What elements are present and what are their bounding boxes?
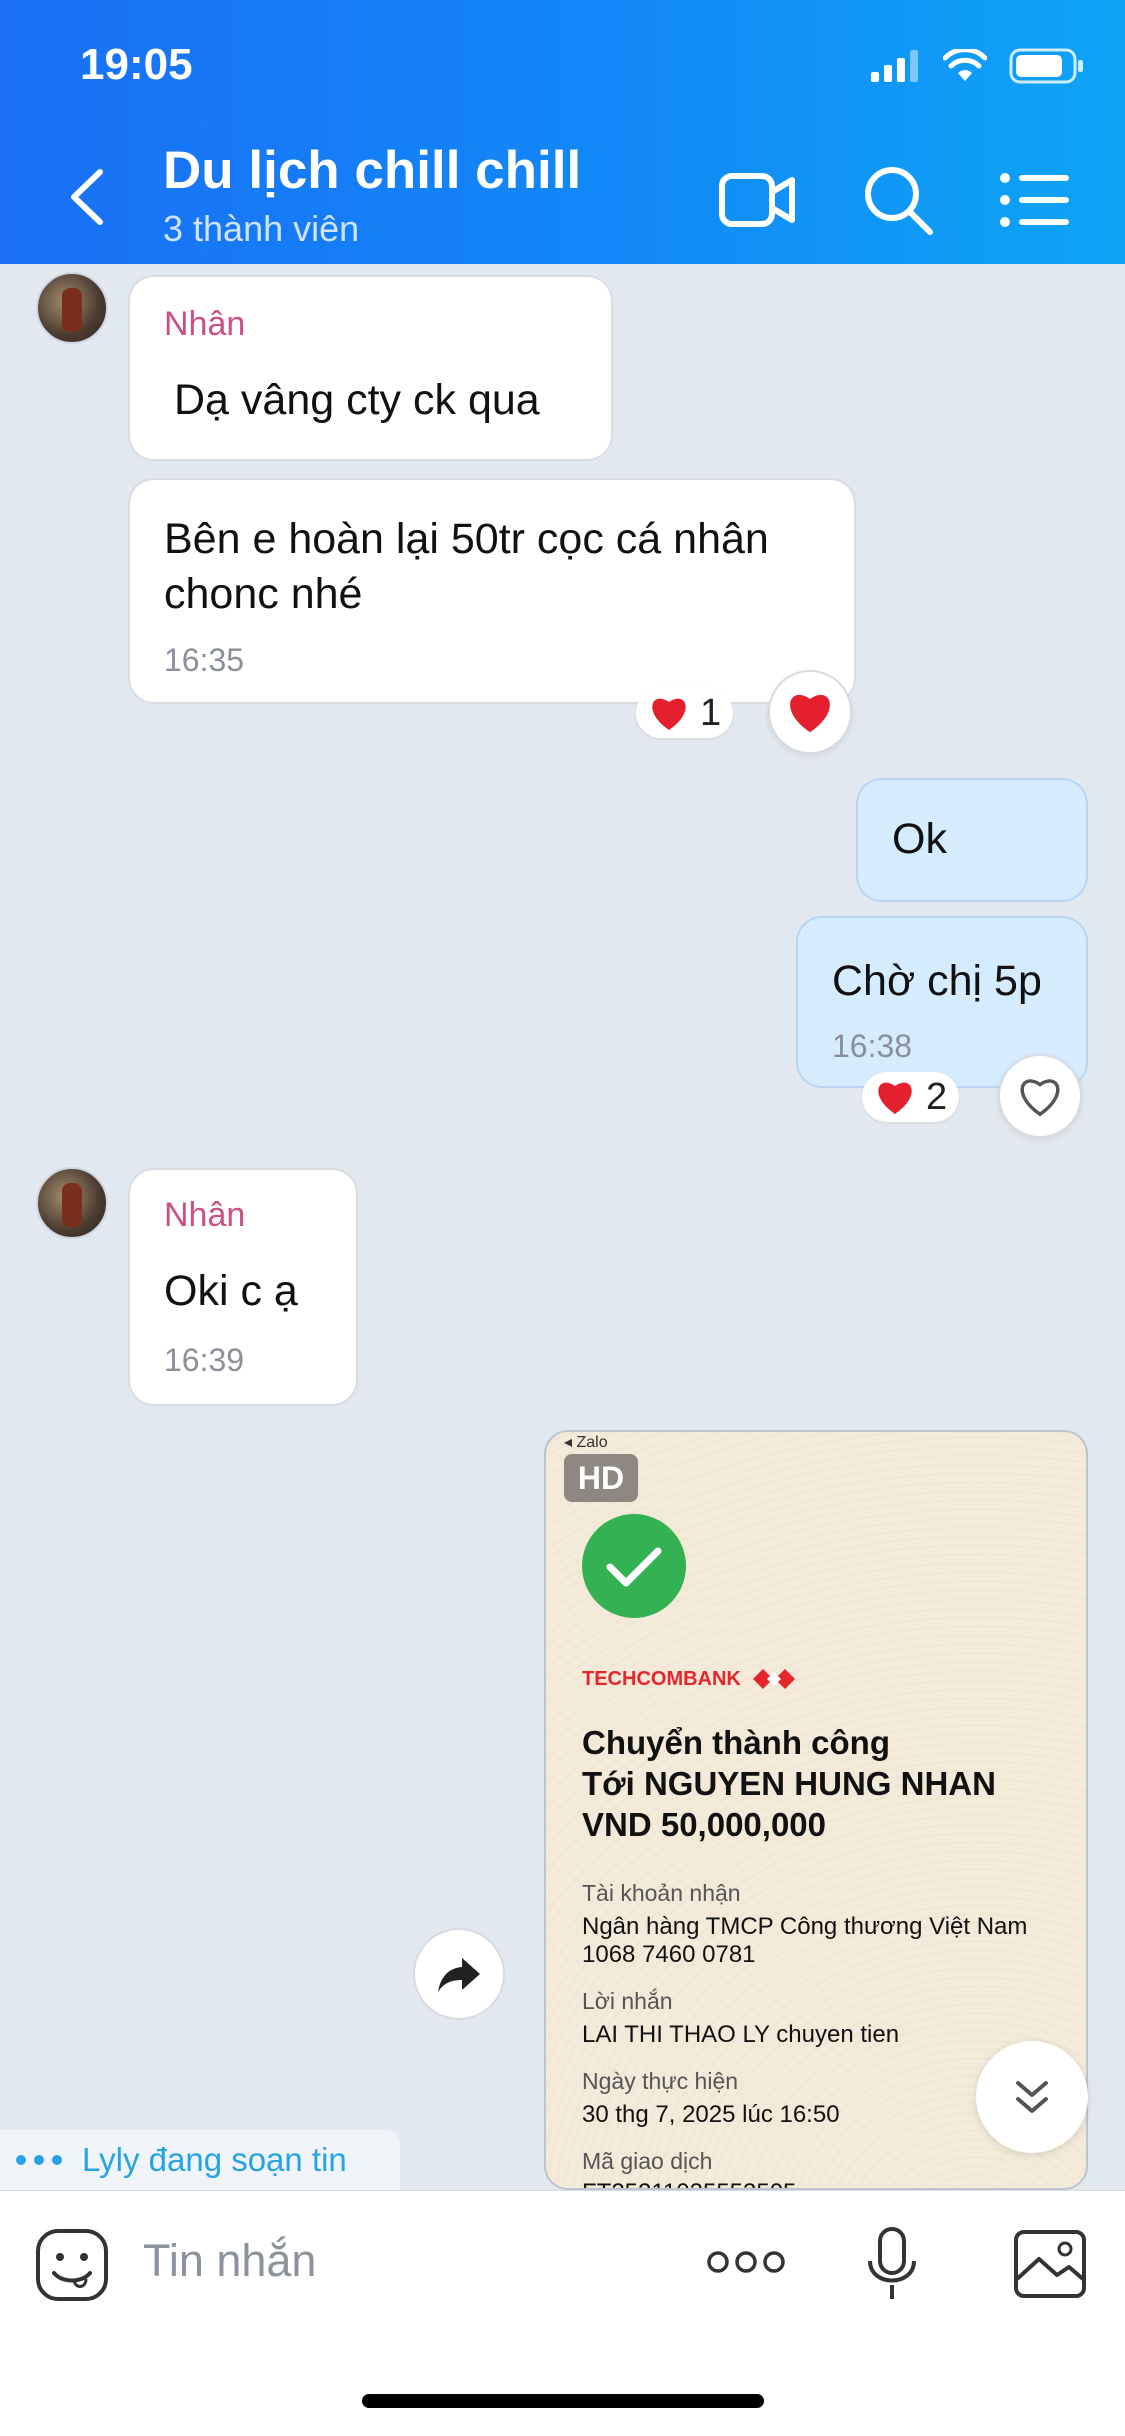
hd-badge: HD [564, 1454, 638, 1502]
message-text: Dạ vâng cty ck qua [174, 376, 540, 424]
txn-label: Mã giao dịch [582, 2148, 713, 2174]
heart-icon [652, 698, 686, 730]
heart-icon [878, 1082, 912, 1114]
more-options-icon[interactable] [706, 2247, 786, 2277]
double-chevron-down-icon [1016, 2081, 1048, 2113]
chat-title[interactable]: Du lịch chill chill [163, 140, 581, 201]
message-label: Lời nhắn [582, 1988, 673, 2014]
message-bubble[interactable]: Nhân Oki c ạ 16:39 [128, 1168, 358, 1406]
avatar[interactable] [36, 272, 108, 344]
message-time: 16:38 [832, 1028, 913, 1064]
home-indicator[interactable] [362, 2394, 764, 2408]
menu-list-icon[interactable] [995, 160, 1075, 240]
transfer-status: Chuyển thành công [582, 1724, 890, 1761]
message-text-line: Bên e hoàn lại 50tr cọc cá nhân [164, 515, 769, 563]
heart-filled-icon [790, 694, 830, 733]
search-icon[interactable] [858, 160, 938, 240]
forward-arrow-icon [438, 1958, 480, 1992]
message-text: Ok [892, 815, 947, 863]
sender-name: Nhân [164, 1196, 246, 1234]
heart-outline-icon [1020, 1079, 1060, 1117]
microphone-icon[interactable] [864, 2225, 920, 2305]
message-text-line: chonc nhé [164, 570, 363, 618]
battery-icon [1009, 48, 1083, 84]
message-bubble[interactable]: Bên e hoàn lại 50tr cọc cá nhân chonc nh… [128, 478, 856, 704]
reaction-summary[interactable]: 1 [636, 688, 734, 738]
message-input[interactable]: Tin nhắn [143, 2235, 316, 2287]
message-bubble[interactable]: Nhân Dạ vâng cty ck qua [128, 275, 613, 461]
react-button[interactable] [998, 1054, 1082, 1138]
typing-indicator: Lyly đang soạn tin [0, 2130, 400, 2190]
sender-name: Nhân [164, 305, 246, 343]
message-text: Oki c ạ [164, 1267, 298, 1315]
forward-button[interactable] [413, 1928, 505, 2020]
message-time: 16:35 [164, 642, 245, 678]
typing-text: Lyly đang soạn tin [82, 2141, 347, 2178]
message-time: 16:39 [164, 1342, 245, 1378]
status-icons [871, 48, 1085, 84]
video-call-icon[interactable] [718, 160, 798, 240]
transfer-title: Chuyển thành công Tới NGUYEN HUNG NHAN V… [582, 1722, 996, 1845]
techcombank-mark-icon [752, 1669, 795, 1689]
image-gallery-icon[interactable] [1013, 2229, 1087, 2299]
member-count[interactable]: 3 thành viên [163, 208, 359, 250]
wifi-icon [943, 49, 987, 81]
success-check-icon [582, 1514, 686, 1618]
transfer-recipient: Tới NGUYEN HUNG NHAN [582, 1765, 996, 1802]
scroll-to-bottom-button[interactable] [976, 2041, 1088, 2153]
date-label: Ngày thực hiện [582, 2068, 739, 2094]
react-button[interactable] [768, 670, 852, 754]
my-message-bubble[interactable]: Ok [856, 778, 1088, 902]
receiver-label: Tài khoản nhận [582, 1880, 741, 1906]
back-arrow-icon[interactable] [58, 162, 118, 232]
message-value: LAI THI THAO LY chuyen tien [582, 2021, 900, 2048]
chat-header: 19:05 Du lịch chill chill 3 thành viên [0, 0, 1125, 264]
techcombank-logo: TECHCOMBANK [582, 1664, 797, 1694]
zalo-back-tag: ◂ Zalo [564, 1434, 608, 1451]
receiver-account: 1068 7460 0781 [582, 1941, 756, 1968]
status-time: 19:05 [80, 40, 193, 89]
reaction-summary[interactable]: 2 [862, 1072, 960, 1122]
bank-name: TECHCOMBANK [582, 1667, 741, 1690]
typing-dots-icon [16, 2155, 62, 2165]
avatar[interactable] [36, 1167, 108, 1239]
message-text: Chờ chị 5p [832, 957, 1042, 1005]
sticker-icon[interactable] [34, 2227, 110, 2303]
reaction-count: 2 [926, 1075, 948, 1118]
txn-value: FT25211035553505 [582, 2178, 796, 2188]
cellular-signal-icon [871, 50, 918, 82]
date-value: 30 thg 7, 2025 lúc 16:50 [582, 2101, 840, 2128]
transfer-amount: VND 50,000,000 [582, 1806, 827, 1843]
reaction-count: 1 [700, 691, 722, 734]
receiver-bank: Ngân hàng TMCP Công thương Việt Nam [582, 1913, 1028, 1940]
